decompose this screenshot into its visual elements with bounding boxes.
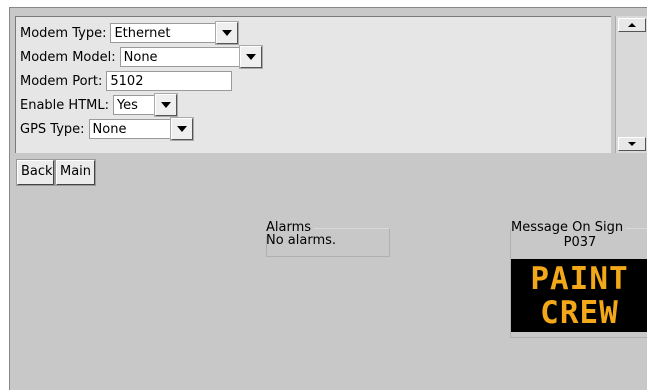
enable-html-row: Enable HTML: Yes [20, 93, 178, 117]
modem-port-label: Modem Port: [20, 73, 103, 89]
modem-model-value[interactable]: None [119, 47, 240, 67]
gps-type-value[interactable]: None [88, 119, 171, 139]
app-window: Modem Type: Ethernet Modem Model: None M… [9, 7, 647, 390]
gps-type-select[interactable]: None [88, 117, 194, 141]
chevron-down-icon[interactable] [153, 93, 178, 117]
sign-line-2: CREW [540, 294, 619, 331]
chevron-down-icon[interactable] [215, 21, 240, 45]
sign-id: P037 [563, 235, 597, 250]
modem-port-input[interactable]: 5102 [106, 71, 233, 91]
message-on-sign-title: Message On Sign [511, 220, 627, 236]
alarms-status: No alarms. [266, 233, 337, 248]
gps-type-label: GPS Type: [20, 121, 85, 137]
modem-type-row: Modem Type: Ethernet [20, 21, 240, 45]
message-on-sign-group: Message On Sign P037 PAINT CREW [510, 220, 647, 338]
chevron-down-icon[interactable] [169, 117, 194, 141]
enable-html-label: Enable HTML: [20, 97, 109, 113]
modem-model-row: Modem Model: None [20, 45, 263, 69]
settings-scrollbar[interactable] [615, 16, 647, 153]
chevron-down-icon[interactable] [238, 45, 263, 69]
modem-model-select[interactable]: None [119, 45, 263, 69]
back-button[interactable]: Back [16, 159, 55, 186]
enable-html-value[interactable]: Yes [112, 95, 155, 115]
scroll-up-icon[interactable] [618, 18, 646, 32]
enable-html-select[interactable]: Yes [112, 93, 178, 117]
alarms-group: Alarms No alarms. [266, 220, 390, 257]
scroll-down-icon[interactable] [618, 137, 646, 151]
modem-type-value[interactable]: Ethernet [110, 23, 217, 43]
modem-port-row: Modem Port: 5102 [20, 70, 233, 92]
modem-type-label: Modem Type: [20, 25, 107, 41]
settings-panel: Modem Type: Ethernet Modem Model: None M… [15, 16, 611, 153]
sign-display: PAINT CREW [511, 259, 647, 332]
gps-type-row: GPS Type: None [20, 117, 194, 141]
main-button[interactable]: Main [55, 159, 96, 186]
modem-type-select[interactable]: Ethernet [110, 21, 240, 45]
modem-model-label: Modem Model: [20, 49, 116, 65]
sign-line-1: PAINT [530, 260, 629, 297]
